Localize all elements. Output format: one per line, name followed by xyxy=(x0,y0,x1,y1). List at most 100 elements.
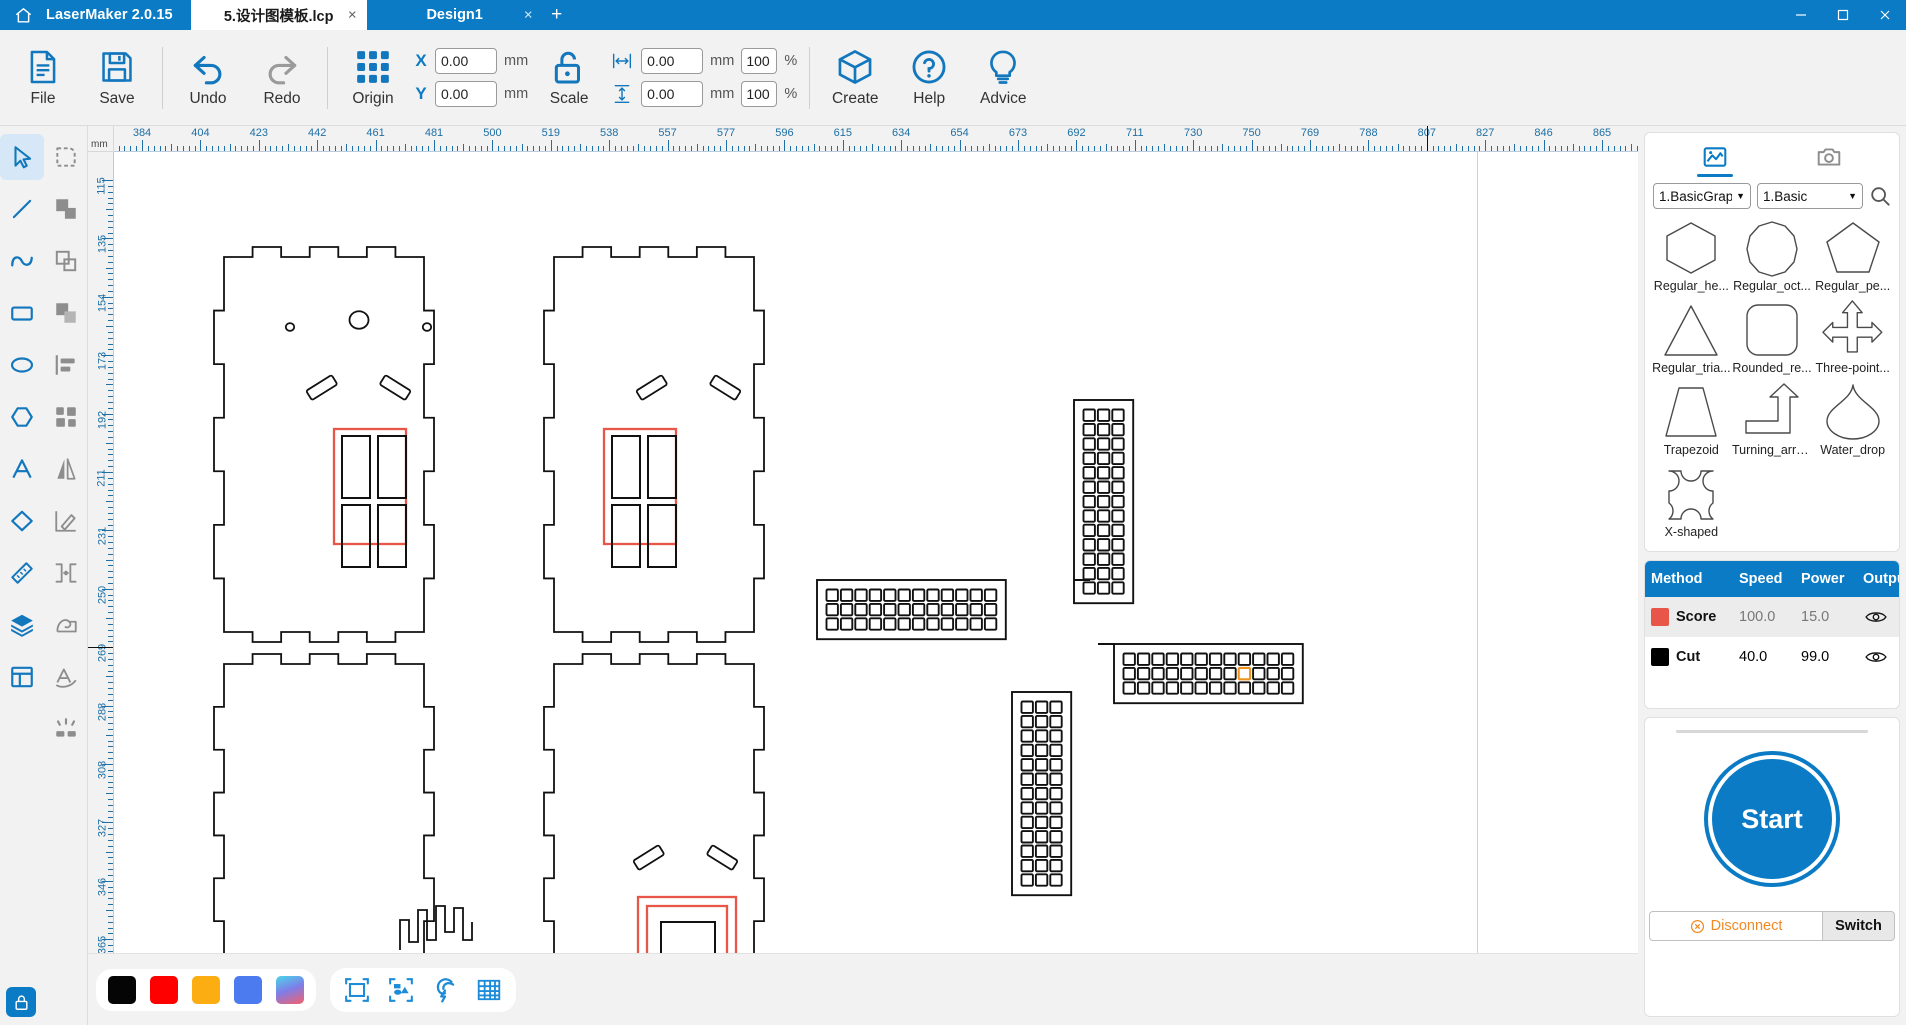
grid-hole[interactable] xyxy=(1122,666,1136,681)
grid-hole[interactable] xyxy=(854,602,868,617)
arrange-tool[interactable] xyxy=(44,394,88,440)
grid-hole[interactable] xyxy=(1082,552,1096,566)
grid-hole[interactable] xyxy=(1049,786,1063,801)
grid-hole[interactable] xyxy=(1020,729,1034,743)
grid-hole[interactable] xyxy=(897,617,911,631)
grid-hole[interactable] xyxy=(1034,858,1049,873)
grid-hole[interactable] xyxy=(1122,652,1136,666)
grid-hole[interactable] xyxy=(1082,581,1096,595)
grid-hole[interactable] xyxy=(940,588,955,602)
polygon-tool[interactable] xyxy=(0,394,44,440)
grid-hole[interactable] xyxy=(1096,552,1111,566)
grid-hole[interactable] xyxy=(1020,772,1034,786)
ruler-tool[interactable] xyxy=(0,550,44,596)
path-text-tool[interactable] xyxy=(44,654,88,700)
close-window-button[interactable] xyxy=(1864,0,1906,30)
grid-hole[interactable] xyxy=(883,602,897,617)
grid-hole[interactable] xyxy=(1096,480,1111,494)
grid-hole[interactable] xyxy=(897,588,911,602)
grid-hole[interactable] xyxy=(1020,786,1034,801)
grid-hole[interactable] xyxy=(1223,652,1237,666)
grid-hole[interactable] xyxy=(1020,815,1034,830)
tab-document-2[interactable]: Design1 × xyxy=(366,0,543,30)
shape-item-three-point-arrow[interactable]: Three-point... xyxy=(1812,297,1893,379)
grid-hole[interactable] xyxy=(969,617,983,631)
width-input[interactable] xyxy=(641,48,704,74)
grid-hole[interactable] xyxy=(1165,666,1180,681)
grid-hole[interactable] xyxy=(1223,681,1237,695)
grid-hole[interactable] xyxy=(1034,844,1049,858)
grid-hole[interactable] xyxy=(1096,523,1111,538)
effects-tool[interactable] xyxy=(44,706,88,752)
grid-hole[interactable] xyxy=(1252,666,1266,681)
grid-hole[interactable] xyxy=(1049,743,1063,758)
grid-hole[interactable] xyxy=(1096,566,1111,581)
method-color-chip[interactable] xyxy=(1651,648,1669,666)
grid-hole[interactable] xyxy=(955,602,969,617)
grid-hole[interactable] xyxy=(1049,844,1063,858)
grid-hole[interactable] xyxy=(1020,873,1034,887)
grid-hole[interactable] xyxy=(1111,466,1125,480)
advice-button[interactable]: Advice xyxy=(966,35,1040,121)
grid-hole[interactable] xyxy=(897,602,911,617)
grid-hole[interactable] xyxy=(1082,523,1096,538)
close-icon[interactable]: × xyxy=(524,8,533,23)
select-objects-icon[interactable] xyxy=(386,975,416,1005)
grid-hole[interactable] xyxy=(1111,523,1125,538)
grid-hole[interactable] xyxy=(1034,786,1049,801)
grid-strip-left[interactable] xyxy=(816,579,1007,641)
grid-hole[interactable] xyxy=(1194,666,1208,681)
distribute-tool[interactable] xyxy=(44,550,88,596)
template-tool[interactable] xyxy=(0,654,44,700)
measure-draw-tool[interactable] xyxy=(44,498,88,544)
grid-hole[interactable] xyxy=(1096,509,1111,523)
shape-item-trapezoid[interactable]: Trapezoid xyxy=(1651,379,1732,461)
grid-hole[interactable] xyxy=(1122,681,1136,695)
grid-hole[interactable] xyxy=(1096,538,1111,552)
subcategory-select[interactable]: 1.Basic ▼ xyxy=(1757,183,1863,209)
grid-hole[interactable] xyxy=(1136,681,1151,695)
grid-hole[interactable] xyxy=(1049,729,1063,743)
graphics-library-tab[interactable] xyxy=(1697,144,1733,177)
height-percent-input[interactable] xyxy=(741,81,778,107)
grid-hole[interactable] xyxy=(969,602,983,617)
grid-hole[interactable] xyxy=(1034,758,1049,772)
shape-item-triangle[interactable]: Regular_tria... xyxy=(1651,297,1732,379)
grid-hole[interactable] xyxy=(1136,666,1151,681)
box-panel-back-right[interactable] xyxy=(543,653,765,953)
grid-hole[interactable] xyxy=(1208,652,1223,666)
grid-hole[interactable] xyxy=(1194,652,1208,666)
grid-hole[interactable] xyxy=(1082,408,1096,422)
grid-hole[interactable] xyxy=(868,588,883,602)
grid-hole[interactable] xyxy=(1034,830,1049,844)
curve-tool[interactable] xyxy=(0,238,44,284)
grid-hole[interactable] xyxy=(1252,652,1266,666)
grid-hole[interactable] xyxy=(839,602,854,617)
eraser-tool[interactable] xyxy=(0,498,44,544)
grid-hole[interactable] xyxy=(854,588,868,602)
grid-hole[interactable] xyxy=(825,617,839,631)
start-button[interactable]: Start xyxy=(1708,755,1836,883)
magnet-snap-icon[interactable] xyxy=(430,975,460,1005)
design-canvas[interactable] xyxy=(114,152,1638,953)
new-tab-button[interactable]: + xyxy=(543,0,571,30)
zigzag-detail[interactable] xyxy=(399,905,473,950)
grid-hole[interactable] xyxy=(1280,681,1295,695)
disconnect-button[interactable]: Disconnect xyxy=(1649,911,1823,941)
grid-hole[interactable] xyxy=(1034,729,1049,743)
grid-strip-top[interactable] xyxy=(1073,399,1135,605)
grid-hole[interactable] xyxy=(1020,858,1034,873)
grid-hole[interactable] xyxy=(1082,509,1096,523)
vertical-ruler[interactable]: 115 135 154 173 192 211 231 250 269 288 308 327 346 3… xyxy=(88,152,114,953)
grid-hole[interactable] xyxy=(1096,437,1111,451)
grid-strip-bottom[interactable] xyxy=(1011,691,1073,897)
x-input[interactable] xyxy=(435,48,497,74)
grid-hole[interactable] xyxy=(1237,681,1252,695)
grid-hole[interactable] xyxy=(1223,666,1237,681)
grid-hole[interactable] xyxy=(983,588,998,602)
grid-hole[interactable] xyxy=(1049,815,1063,830)
grid-hole[interactable] xyxy=(1049,700,1063,714)
grid-hole[interactable] xyxy=(911,588,926,602)
minimize-button[interactable] xyxy=(1780,0,1822,30)
grid-hole[interactable] xyxy=(1111,494,1125,509)
